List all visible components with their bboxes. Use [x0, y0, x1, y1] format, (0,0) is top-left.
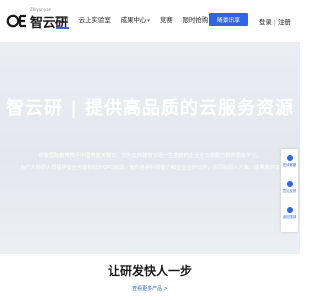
auth-separator: | [273, 18, 276, 26]
product-section: 让研发快人一步 查看更多产品 > [0, 254, 300, 300]
hero-title: 智云研 | 提供高品质的云服务资源 [5, 98, 295, 119]
back-to-top-label: 返回顶部 [282, 215, 297, 219]
online-service-button[interactable]: 在线客服 [281, 155, 298, 167]
main-nav: 首页 云上实验室 成果中心▾ 竞赛 限时抢购 [56, 15, 218, 29]
more-products-link[interactable]: 查看更多产品 > [0, 285, 300, 292]
logo-icon [6, 10, 28, 32]
headset-icon [286, 155, 293, 161]
cta-button[interactable]: 随景讯享 [209, 13, 248, 26]
feedback-button[interactable]: 意见反馈 [281, 181, 298, 193]
feedback-icon [286, 181, 293, 187]
hero-description-line-2: 为广大科研人员提供安全可靠的低价GPU资源，面向各种科研能力和企业合作伙伴，共同… [20, 165, 280, 171]
hero-description-line-1: 中软国际教育携手中国电信天翼云，华为云共建智云研一生态级的企业全云端服力和资源库… [38, 153, 262, 159]
nav-cloud-lab[interactable]: 云上实验室 [79, 15, 111, 24]
register-link[interactable]: 注册 [278, 18, 291, 26]
nav-home[interactable]: 首页 [56, 15, 69, 29]
feedback-label: 意见反馈 [282, 189, 297, 193]
hero-banner: 智云研 | 提供高品质的云服务资源 中软国际教育携手中国电信天翼云，华为云共建智… [0, 42, 300, 254]
section-title: 让研发快人一步 [107, 264, 192, 278]
back-to-top-button[interactable]: 返回顶部 [281, 207, 298, 219]
arrow-up-icon [286, 207, 293, 213]
floating-toolbar: 在线客服 意见反馈 返回顶部 [281, 149, 298, 232]
nav-results-center[interactable]: 成果中心▾ [121, 15, 150, 24]
chevron-down-icon: ▾ [147, 18, 150, 24]
nav-competition[interactable]: 竞赛 [160, 15, 173, 24]
online-service-label: 在线客服 [282, 163, 297, 167]
nav-results-label: 成果中心 [120, 16, 147, 24]
login-link[interactable]: 登录 [259, 18, 272, 26]
top-navbar: Zhiyunyan 智云研 首页 云上实验室 成果中心▾ 竞赛 限时抢购 随景讯… [0, 0, 300, 42]
nav-flash-sale[interactable]: 限时抢购 [183, 15, 209, 24]
logo-subtitle: Zhiyunyan [30, 7, 52, 12]
auth-links: 登录 | 注册 [259, 17, 291, 26]
